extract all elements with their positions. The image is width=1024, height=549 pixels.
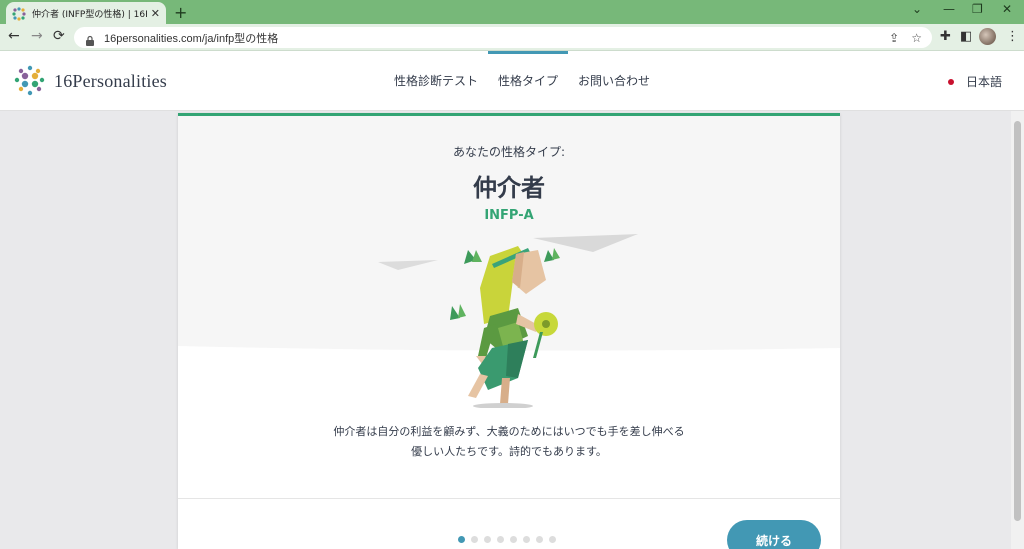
pagination-dot[interactable] [510, 536, 517, 543]
profile-avatar[interactable] [979, 28, 996, 45]
bookmark-star-icon[interactable]: ☆ [911, 31, 922, 45]
card-divider [178, 498, 840, 499]
pagination-dot[interactable] [484, 536, 491, 543]
lock-icon [84, 32, 96, 46]
browser-tab-bar: 仲介者 (INFP型の性格) | 16Personalities ✕ + ⌄ —… [0, 0, 1024, 24]
page-scrollbar[interactable] [1011, 111, 1024, 549]
browser-toolbar: ← → ⟳ 16personalities.com/ja/infp型の性格 ⇪ … [0, 24, 1024, 51]
side-panel-icon[interactable]: ◧ [960, 29, 972, 44]
description-line-2: 優しい人たちです。詩的でもあります。 [411, 445, 607, 458]
site-header: 16Personalities 性格診断テスト 性格タイプ お問い合わせ 日本語 [0, 51, 1024, 111]
mediator-character-illustration [378, 234, 638, 408]
result-card: あなたの性格タイプ: 仲介者 INFP-A 仲介者は自分の利益を顧みず、大義のた… [178, 113, 840, 549]
share-icon[interactable]: ⇪ [889, 31, 899, 45]
url-text[interactable]: 16personalities.com/ja/infp型の性格 [104, 30, 877, 46]
main-nav: 性格診断テスト 性格タイプ お問い合わせ [384, 51, 660, 111]
personality-description: 仲介者は自分の利益を顧みず、大義のためにはいつでも手を差し伸べる 優しい人たちで… [178, 422, 840, 462]
tab-search-icon[interactable]: ⌄ [912, 2, 922, 16]
continue-button[interactable]: 続ける [727, 520, 821, 549]
logo-text: 16Personalities [54, 70, 167, 91]
language-selector[interactable]: 日本語 [948, 73, 1002, 90]
personality-title: 仲介者 [473, 174, 545, 202]
browser-tab[interactable]: 仲介者 (INFP型の性格) | 16Personalities ✕ [6, 2, 166, 24]
description-line-1: 仲介者は自分の利益を顧みず、大義のためにはいつでも手を差し伸べる [333, 425, 685, 438]
pagination-dot[interactable] [471, 536, 478, 543]
back-button[interactable]: ← [8, 28, 20, 44]
pagination-dots [458, 536, 562, 543]
personality-code: INFP-A [484, 208, 534, 223]
pagination-dot[interactable] [536, 536, 543, 543]
nav-personality-test[interactable]: 性格診断テスト [384, 51, 488, 111]
scrollbar-thumb[interactable] [1014, 121, 1021, 521]
menu-icon[interactable]: ⋮ [1006, 29, 1019, 44]
pagination-dot-active[interactable] [458, 536, 465, 543]
nav-contact[interactable]: お問い合わせ [568, 51, 660, 111]
address-bar[interactable]: 16personalities.com/ja/infp型の性格 ⇪ ☆ [74, 27, 932, 48]
forward-button[interactable]: → [31, 28, 43, 44]
language-label: 日本語 [966, 75, 1003, 89]
tab-title: 仲介者 (INFP型の性格) | 16Personalities [32, 9, 147, 20]
extensions-icon[interactable]: ✚ [940, 29, 951, 44]
nav-personality-types[interactable]: 性格タイプ [488, 51, 569, 111]
japan-flag-icon [948, 78, 954, 85]
pagination-dot[interactable] [497, 536, 504, 543]
pagination-dot[interactable] [523, 536, 530, 543]
close-window-button[interactable]: ✕ [1002, 2, 1012, 16]
site-logo[interactable]: 16Personalities [12, 63, 167, 99]
logo-dots-icon [12, 63, 48, 99]
pagination-dot[interactable] [549, 536, 556, 543]
restore-window-button[interactable]: ❐ [972, 2, 983, 16]
tab-close-icon[interactable]: ✕ [151, 7, 160, 20]
result-label: あなたの性格タイプ: [452, 145, 566, 159]
site-favicon-icon [12, 6, 26, 21]
minimize-window-button[interactable]: — [943, 2, 955, 16]
reload-button[interactable]: ⟳ [53, 28, 65, 44]
new-tab-button[interactable]: + [174, 3, 187, 22]
